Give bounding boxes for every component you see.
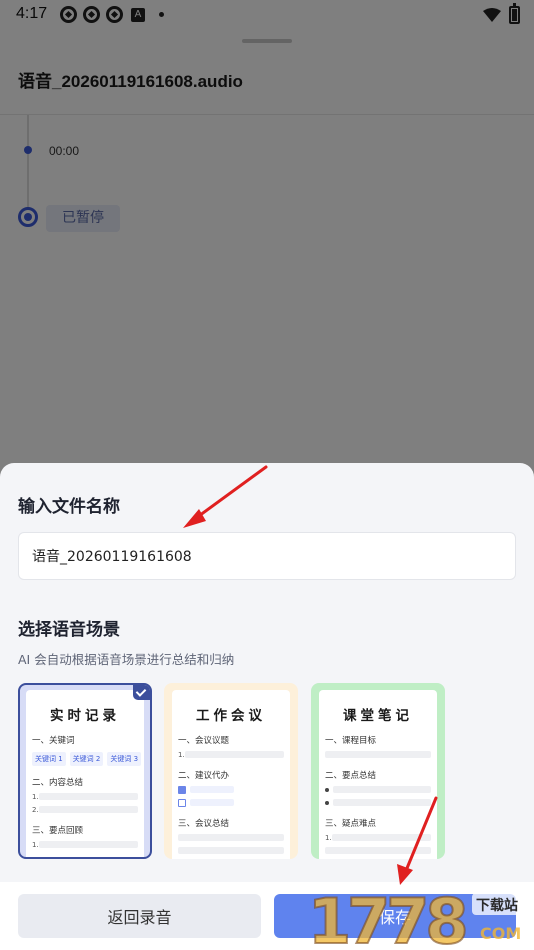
- keyword-chip: 关键词 2: [69, 752, 104, 766]
- card-title: 工作会议: [196, 708, 266, 724]
- scene-card-classroom[interactable]: 课堂笔记 一、课程目标 二、要点总结 三、疑点难点 1.: [311, 683, 445, 859]
- todo-line: [178, 798, 284, 807]
- placeholder-line: 1.: [32, 840, 138, 849]
- selected-check-icon: [133, 685, 150, 700]
- line-number: 1.: [32, 840, 39, 849]
- card-section: 一、会议议题: [178, 736, 230, 746]
- keyword-chip: 关键词 1: [32, 752, 66, 766]
- checkbox-checked-icon: [178, 785, 186, 794]
- card-preview: 工作会议 一、会议议题 1. 二、建议代办 三、会议总结: [172, 690, 290, 859]
- back-to-recording-button[interactable]: 返回录音: [18, 894, 261, 938]
- placeholder-line: [325, 846, 431, 855]
- card-title: 实时记录: [50, 708, 120, 724]
- sheet-footer: 返回录音 保存: [0, 882, 534, 950]
- placeholder-line: [178, 833, 284, 842]
- card-section: 二、建议代办: [178, 771, 230, 781]
- card-section: 三、疑点难点: [325, 819, 377, 829]
- placeholder-line: 2.: [32, 805, 138, 814]
- keyword-row: 关键词 1 关键词 2 关键词 3: [32, 752, 144, 766]
- placeholder-line: 1.: [325, 833, 431, 842]
- card-section: 一、课程目标: [325, 736, 377, 746]
- card-preview: 课堂笔记 一、课程目标 二、要点总结 三、疑点难点 1.: [319, 690, 437, 859]
- bullet-icon: [325, 800, 329, 805]
- placeholder-line: [178, 846, 284, 855]
- scene-description: AI 会自动根据语音场景进行总结和归纳: [18, 652, 235, 667]
- placeholder-line: [325, 750, 431, 759]
- line-number: 1.: [325, 833, 332, 842]
- save-button[interactable]: 保存: [274, 894, 516, 938]
- card-section: 二、内容总结: [32, 778, 84, 788]
- bullet-icon: [325, 787, 329, 792]
- scene-label: 选择语音场景: [18, 620, 120, 640]
- file-name-input[interactable]: [18, 532, 516, 580]
- save-bottom-sheet: 输入文件名称 选择语音场景 AI 会自动根据语音场景进行总结和归纳 实时记录 一…: [0, 463, 534, 950]
- card-preview: 实时记录 一、关键词 关键词 1 关键词 2 关键词 3 二、内容总结 1. 2…: [26, 690, 144, 857]
- card-section: 一、关键词: [32, 736, 75, 746]
- bullet-line: [325, 798, 431, 807]
- scene-card-meeting[interactable]: 工作会议 一、会议议题 1. 二、建议代办 三、会议总结: [164, 683, 298, 859]
- placeholder-line: 1.: [178, 750, 284, 759]
- file-name-label: 输入文件名称: [18, 497, 120, 517]
- card-title: 课堂笔记: [343, 708, 413, 724]
- placeholder-line: 1.: [32, 792, 138, 801]
- bullet-line: [325, 785, 431, 794]
- scene-card-realtime[interactable]: 实时记录 一、关键词 关键词 1 关键词 2 关键词 3 二、内容总结 1. 2…: [18, 683, 152, 859]
- line-number: 2.: [32, 805, 39, 814]
- checkbox-icon: [178, 798, 186, 807]
- card-section: 二、要点总结: [325, 771, 377, 781]
- todo-line: [178, 785, 284, 794]
- keyword-chip: 关键词 3: [107, 752, 142, 766]
- line-number: 1.: [178, 750, 185, 759]
- line-number: 1.: [32, 792, 39, 801]
- card-section: 三、会议总结: [178, 819, 230, 829]
- card-section: 三、要点回顾: [32, 826, 84, 836]
